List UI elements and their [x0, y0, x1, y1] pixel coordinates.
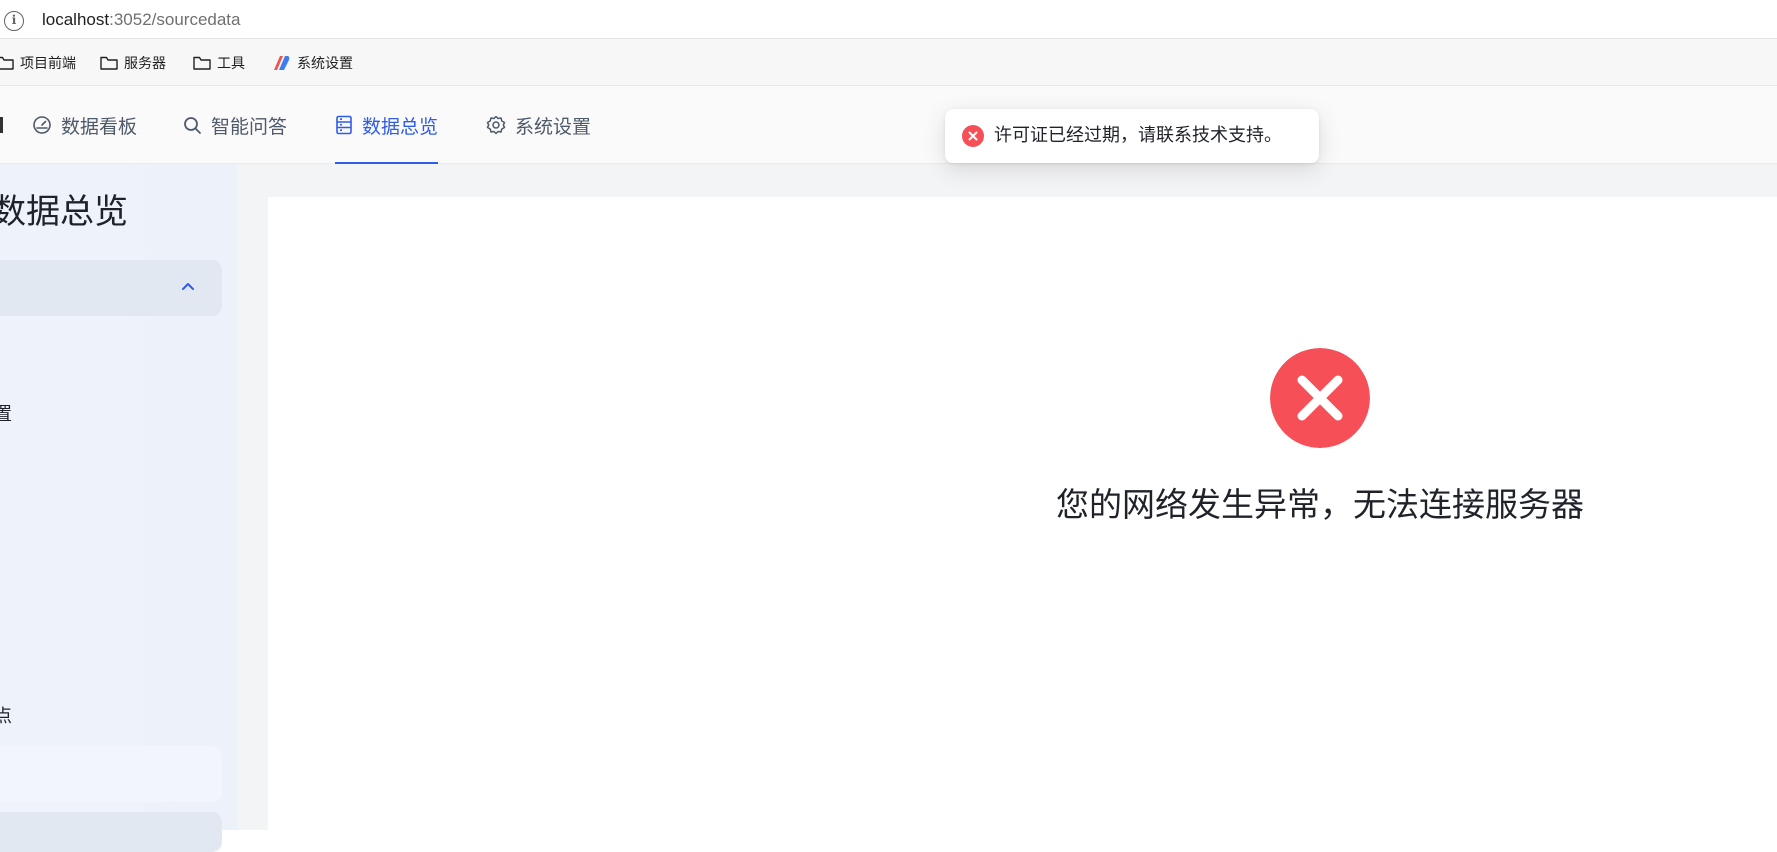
- gear-icon: [486, 115, 506, 135]
- folder-icon: [193, 56, 211, 70]
- folder-icon: [0, 56, 14, 70]
- error-message: 您的网络发生异常，无法连接服务器: [1056, 485, 1584, 524]
- error-circle-icon: [962, 125, 984, 147]
- url-host: localhost: [42, 10, 110, 29]
- bookmark-label: 系统设置: [297, 56, 353, 72]
- chevron-up-icon: [182, 283, 194, 290]
- tab-label: 数据看板: [61, 115, 138, 138]
- error-icon: [1270, 348, 1370, 448]
- bookmark-project-frontend[interactable]: 项目前端: [0, 53, 76, 73]
- sidebar-item-point[interactable]: 点: [0, 702, 12, 728]
- bookmarks-bar: 项目前端 服务器 工具 系统设置: [0, 39, 1777, 86]
- tab-smart-qa[interactable]: 智能问答: [183, 86, 287, 164]
- url-text[interactable]: localhost:3052/sourcedata: [42, 9, 241, 31]
- sidebar-item-settings[interactable]: 置: [0, 400, 12, 426]
- sidebar-title: 数据总览: [0, 192, 128, 232]
- sidebar-item-highlight[interactable]: [0, 746, 222, 802]
- tab-label: 系统设置: [515, 115, 592, 138]
- sidebar-group-header-2[interactable]: [0, 812, 222, 852]
- folder-icon: [100, 56, 118, 70]
- bookmark-system-settings[interactable]: 系统设置: [271, 53, 353, 73]
- tab-label: 数据总览: [362, 115, 439, 138]
- bookmark-tools[interactable]: 工具: [193, 53, 245, 73]
- sidebar: 数据总览 置 点: [0, 164, 237, 830]
- tab-system-settings[interactable]: 系统设置: [486, 86, 591, 164]
- toast-message: 许可证已经过期，请联系技术支持。: [994, 125, 1282, 146]
- app-logo-icon: [274, 56, 290, 70]
- bookmark-label: 工具: [217, 56, 245, 72]
- tab-edge-fragment: [0, 117, 3, 133]
- bookmark-label: 项目前端: [20, 56, 76, 72]
- tab-data-overview[interactable]: 数据总览: [335, 86, 439, 164]
- tab-label: 智能问答: [211, 115, 288, 138]
- bookmark-label: 服务器: [124, 56, 166, 72]
- address-bar[interactable]: i localhost:3052/sourcedata: [0, 0, 1777, 39]
- search-icon: [184, 116, 201, 134]
- info-icon[interactable]: i: [4, 11, 24, 31]
- database-icon: [336, 115, 352, 135]
- bookmark-servers[interactable]: 服务器: [100, 53, 166, 73]
- tab-dashboard[interactable]: 数据看板: [32, 86, 137, 164]
- url-path: :3052/sourcedata: [109, 10, 241, 29]
- sidebar-group-header[interactable]: [0, 260, 222, 316]
- dashboard-icon: [33, 116, 51, 134]
- top-nav: 数据看板 智能问答 数据总览 系统设置: [0, 86, 1777, 164]
- toast-notification: 许可证已经过期，请联系技术支持。: [945, 109, 1319, 163]
